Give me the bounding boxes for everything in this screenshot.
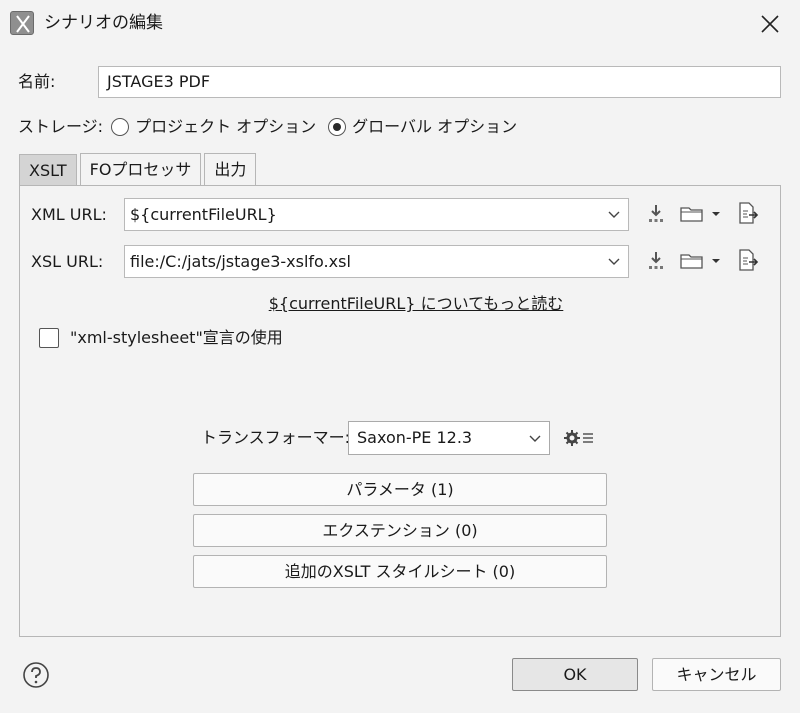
open-in-editor-icon[interactable] [736, 248, 760, 272]
chevron-down-icon [529, 435, 541, 442]
title-bar: シナリオの編集 [0, 0, 800, 48]
xsl-url-value: file:/C:/jats/jstage3-xslfo.xsl [130, 252, 351, 271]
project-options-radio[interactable] [111, 118, 130, 136]
xslt-panel: XML URL: ${currentFileURL} XSL URL: file… [19, 185, 781, 637]
extensions-button[interactable]: エクステンション (0) [193, 514, 607, 547]
name-input[interactable]: JSTAGE3 PDF [98, 66, 781, 98]
global-options-radio[interactable] [328, 118, 347, 136]
xml-url-combo[interactable]: ${currentFileURL} [124, 198, 629, 231]
parameters-button[interactable]: パラメータ (1) [193, 473, 607, 506]
edit-scenario-dialog: シナリオの編集 名前: JSTAGE3 PDF ストレージ: プロジェクト オプ… [0, 0, 800, 713]
additional-xslt-stylesheets-button[interactable]: 追加のXSLT スタイルシート (0) [193, 555, 607, 588]
xsl-url-combo[interactable]: file:/C:/jats/jstage3-xslfo.xsl [124, 245, 629, 278]
ok-button[interactable]: OK [512, 658, 638, 691]
cancel-button[interactable]: キャンセル [652, 658, 781, 691]
folder-icon[interactable] [680, 251, 724, 271]
xml-stylesheet-label[interactable]: "xml-stylesheet"宣言の使用 [70, 327, 283, 349]
tab-bar: XSLT FOプロセッサ 出力 [19, 153, 259, 186]
close-button[interactable] [752, 6, 788, 42]
link-text[interactable]: ${currentFileURL} についてもっと読む [237, 294, 564, 313]
transformer-label: トランスフォーマー: [201, 428, 351, 447]
transformer-select[interactable]: Saxon-PE 12.3 [348, 421, 550, 455]
help-icon[interactable] [22, 661, 50, 689]
xml-url-label: XML URL: [31, 205, 107, 224]
tab-output[interactable]: 出力 [204, 153, 257, 186]
insert-editor-variable-icon[interactable] [646, 203, 666, 225]
current-file-url-help-link[interactable]: ${currentFileURL} についてもっと読む [20, 293, 780, 315]
chevron-down-icon [608, 211, 620, 218]
open-in-editor-icon[interactable] [736, 201, 760, 225]
window-title: シナリオの編集 [44, 13, 163, 33]
xml-stylesheet-checkbox[interactable] [39, 328, 59, 348]
xsl-url-label: XSL URL: [31, 252, 104, 271]
folder-icon[interactable] [680, 204, 724, 224]
insert-editor-variable-icon[interactable] [646, 250, 666, 272]
tab-fo-processor[interactable]: FOプロセッサ [79, 153, 202, 186]
global-options-label[interactable]: グローバル オプション [352, 116, 517, 138]
app-x-icon [10, 11, 34, 35]
transformer-value: Saxon-PE 12.3 [357, 428, 473, 447]
storage-label: ストレージ: [18, 117, 104, 136]
storage-row: ストレージ: プロジェクト オプション グローバル オプション [18, 115, 517, 139]
name-label: 名前: [18, 72, 56, 91]
xml-url-value: ${currentFileURL} [130, 205, 277, 224]
close-icon [761, 15, 779, 33]
tab-xslt[interactable]: XSLT [19, 154, 77, 186]
chevron-down-icon [608, 258, 620, 265]
project-options-label[interactable]: プロジェクト オプション [135, 116, 316, 138]
gear-list-icon[interactable] [564, 428, 594, 448]
